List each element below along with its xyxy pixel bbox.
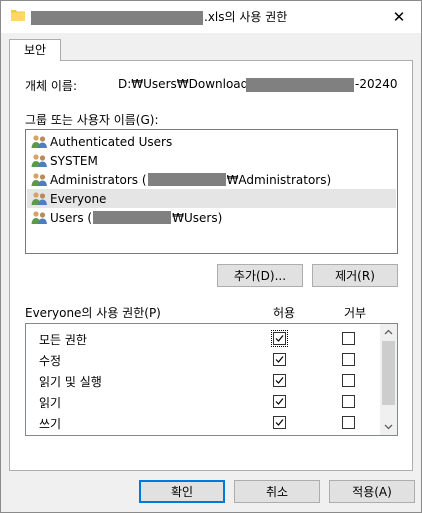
deny-checkbox-modify[interactable] (342, 353, 355, 366)
principal-name-suffix: ₩Administrators) (226, 172, 332, 187)
principal-administrators[interactable]: Administrators ( ₩Administrators) (27, 170, 396, 189)
redacted-path (246, 78, 354, 92)
principal-name-suffix: ₩Users) (172, 210, 223, 225)
object-path-suffix: -20240 (355, 77, 398, 91)
checkmark-icon (275, 335, 284, 342)
permission-name: 수정 (39, 354, 62, 368)
principal-authenticated-users[interactable]: Authenticated Users (27, 132, 396, 151)
permissions-list[interactable]: 모든 권한 수정 읽기 및 실행 읽기 쓰기 (25, 323, 398, 436)
checkmark-icon (275, 419, 284, 426)
principal-everyone[interactable]: Everyone (27, 189, 396, 208)
deny-checkbox-full-control[interactable] (342, 332, 355, 345)
scroll-up-icon[interactable] (380, 324, 397, 341)
user-group-icon (31, 192, 47, 205)
permission-name: 읽기 (39, 396, 62, 410)
principal-name-prefix: Users ( (50, 210, 93, 225)
permission-name: 모든 권한 (39, 333, 87, 347)
object-path-prefix: D:₩Users₩Downloads₩ (118, 77, 267, 91)
permission-row-modify: 수정 (26, 349, 381, 370)
principal-name-prefix: Administrators ( (50, 172, 147, 187)
checkmark-icon (275, 356, 284, 363)
user-group-icon (31, 154, 47, 167)
user-group-icon (31, 173, 47, 186)
permission-row-read: 읽기 (26, 391, 381, 412)
permissions-dialog: .xls의 사용 권한 ✕ 보안 개체 이름: D:₩Users₩Downloa… (0, 0, 422, 513)
principal-name: Authenticated Users (50, 134, 173, 149)
principals-list[interactable]: Authenticated Users SYSTEM Administrator… (25, 129, 398, 254)
checkmark-icon (275, 398, 284, 405)
close-button[interactable]: ✕ (377, 1, 421, 32)
permission-name: 쓰기 (39, 417, 62, 431)
scroll-down-icon[interactable] (380, 418, 397, 435)
principal-system[interactable]: SYSTEM (27, 151, 396, 170)
allow-column-header: 허용 (273, 306, 296, 320)
tab-security[interactable]: 보안 (9, 39, 61, 61)
permission-name: 읽기 및 실행 (39, 375, 102, 389)
close-icon: ✕ (392, 7, 406, 26)
redacted-computer-name (147, 173, 226, 186)
checkmark-icon (275, 377, 284, 384)
principals-label: 그룹 또는 사용자 이름(G): (25, 113, 159, 127)
permission-row-full-control: 모든 권한 (26, 328, 381, 349)
apply-button[interactable]: 적용(A) (329, 480, 415, 503)
redacted-filename (31, 11, 203, 25)
deny-checkbox-write[interactable] (342, 416, 355, 429)
allow-checkbox-write[interactable] (273, 416, 286, 429)
add-button[interactable]: 추가(D)... (217, 264, 303, 287)
permission-row-write: 쓰기 (26, 412, 381, 433)
ok-button[interactable]: 확인 (139, 480, 225, 503)
deny-checkbox-read[interactable] (342, 395, 355, 408)
principal-name: Everyone (50, 191, 107, 206)
permissions-scrollbar[interactable] (380, 324, 397, 435)
allow-checkbox-modify[interactable] (273, 353, 286, 366)
redacted-computer-name (93, 211, 172, 224)
principal-users[interactable]: Users ( ₩Users) (27, 208, 396, 227)
principal-name: SYSTEM (50, 153, 98, 168)
window-title: .xls의 사용 권한 (204, 10, 288, 24)
permissions-header: Everyone의 사용 권한(P) (25, 306, 161, 320)
cancel-button[interactable]: 취소 (234, 480, 320, 503)
user-group-icon (31, 211, 47, 224)
user-group-icon (31, 135, 47, 148)
allow-checkbox-read[interactable] (273, 395, 286, 408)
title-bar: .xls의 사용 권한 ✕ (1, 1, 421, 33)
folder-icon (11, 9, 25, 21)
deny-checkbox-read-execute[interactable] (342, 374, 355, 387)
deny-column-header: 거부 (344, 306, 367, 320)
object-name-label: 개체 이름: (25, 79, 78, 93)
scrollbar-thumb[interactable] (382, 341, 395, 405)
remove-button[interactable]: 제거(R) (312, 264, 398, 287)
allow-checkbox-read-execute[interactable] (273, 374, 286, 387)
permission-row-read-execute: 읽기 및 실행 (26, 370, 381, 391)
allow-checkbox-full-control[interactable] (271, 330, 288, 347)
